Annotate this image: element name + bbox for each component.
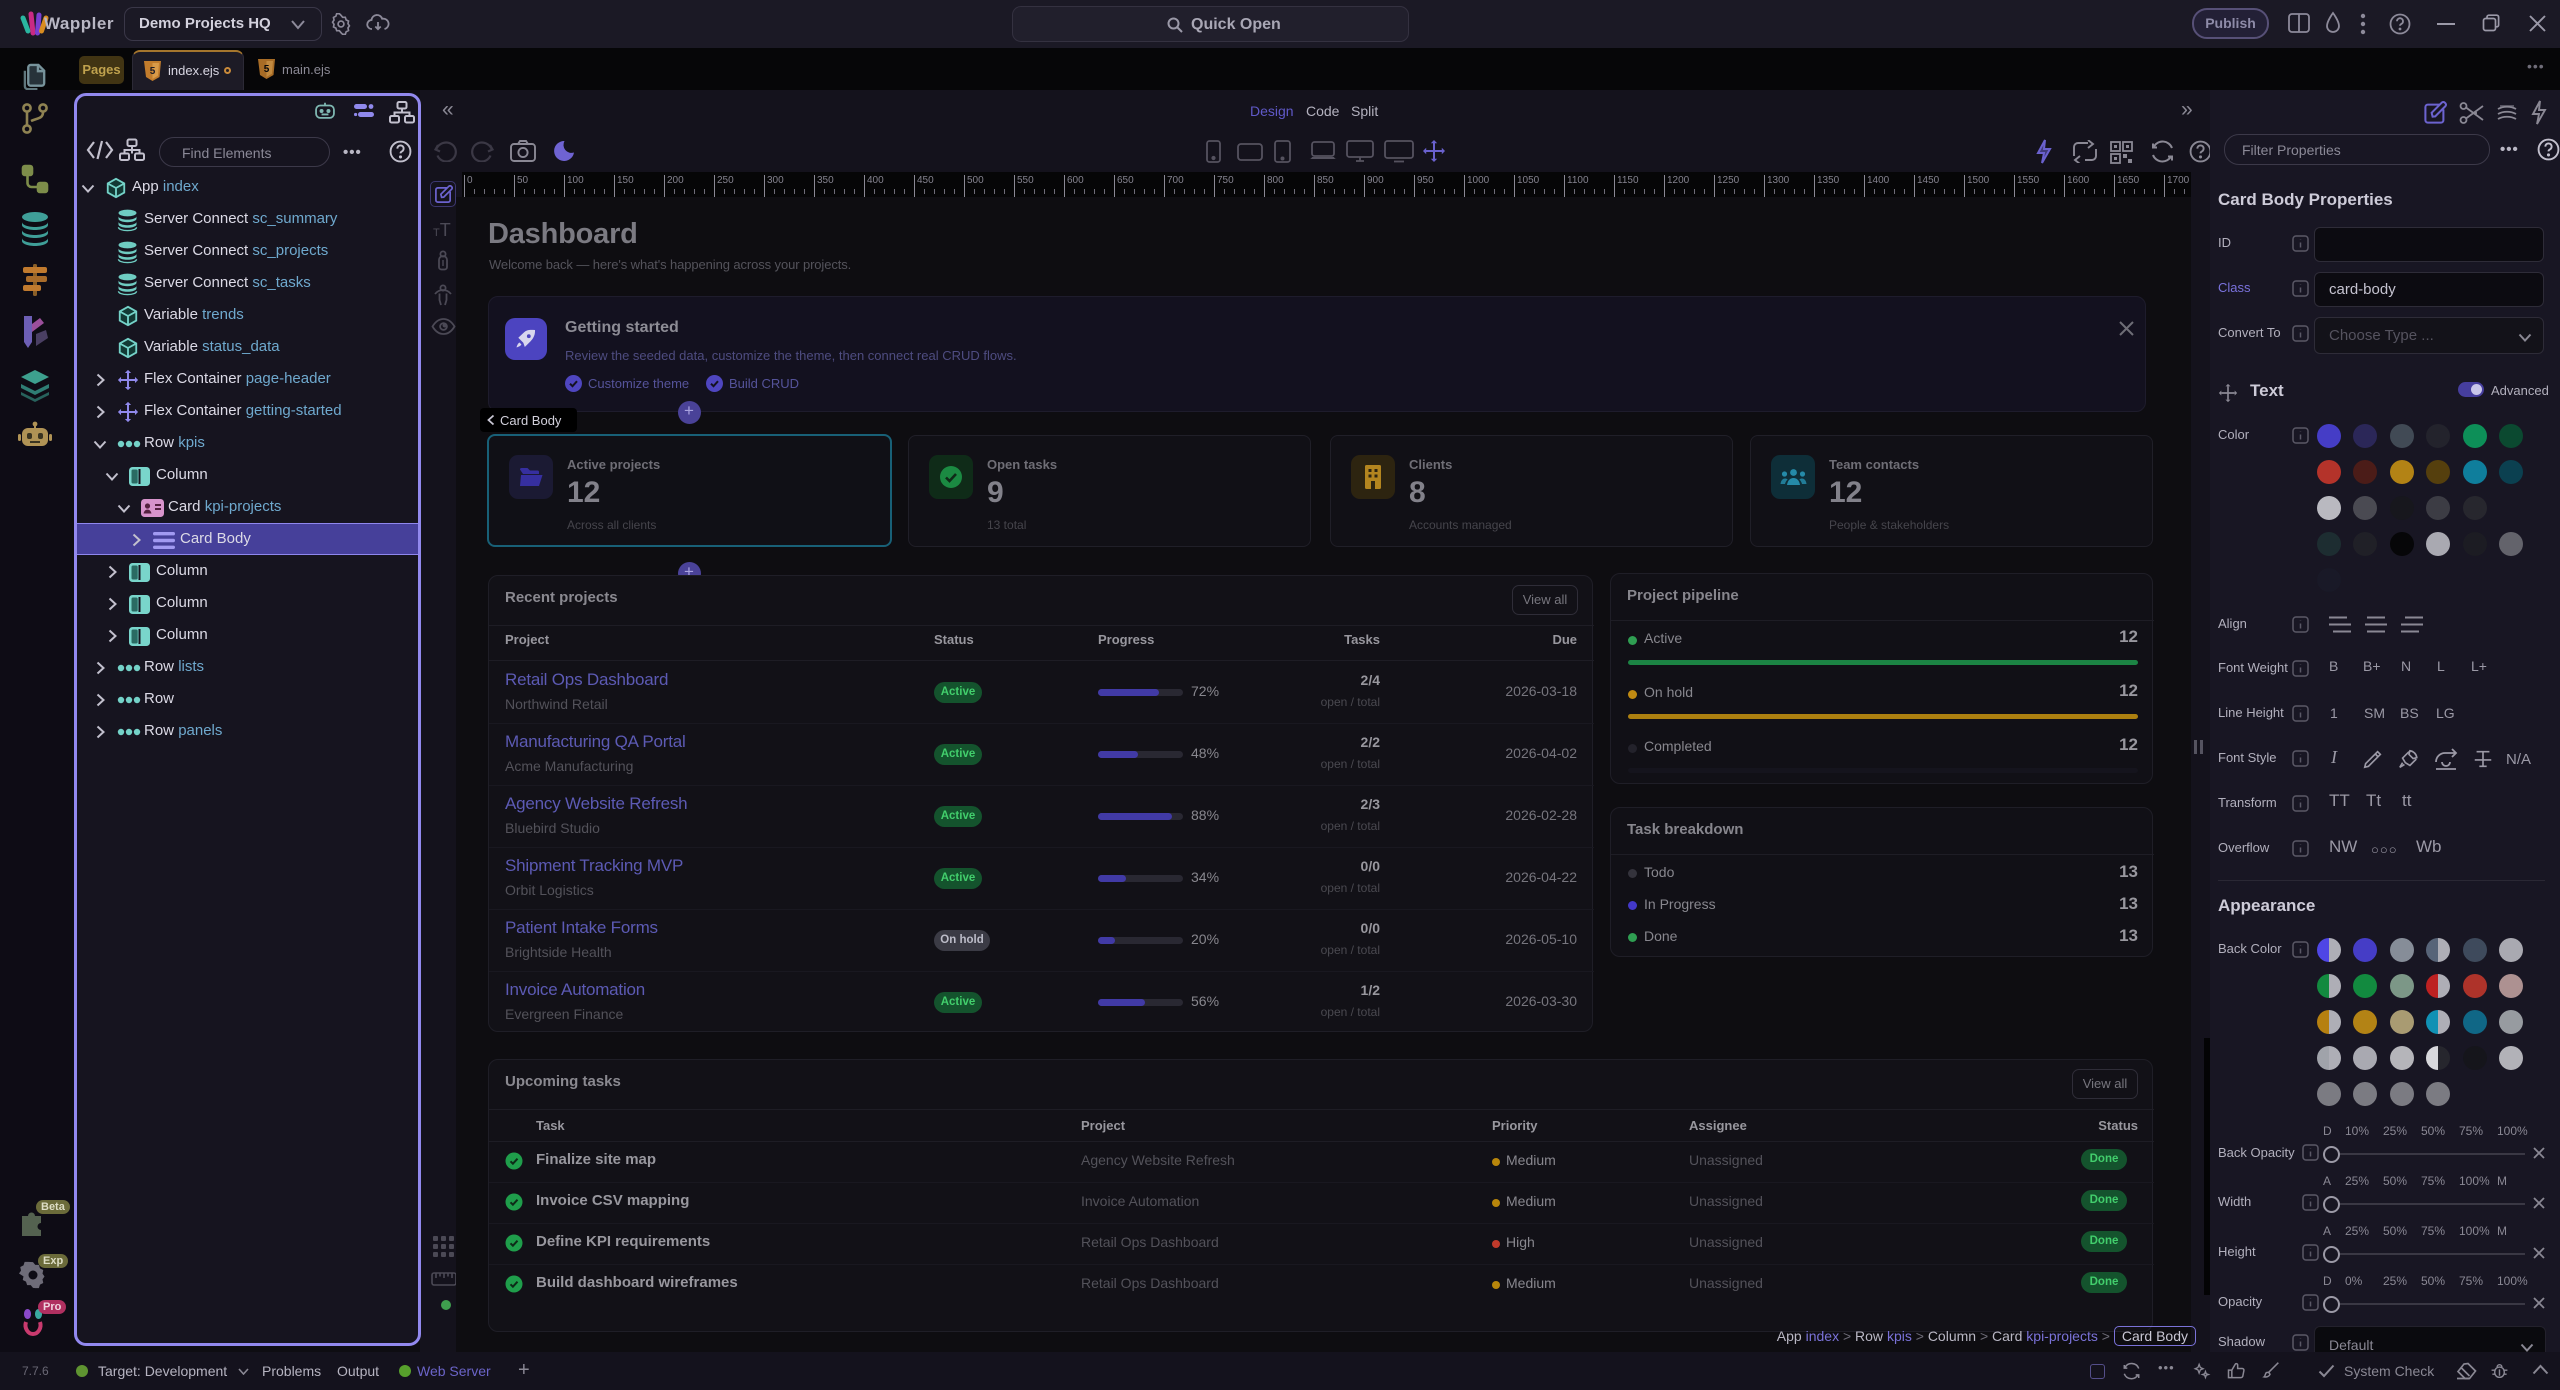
svg-text:5: 5 <box>264 64 270 75</box>
svg-text:5: 5 <box>150 66 156 77</box>
